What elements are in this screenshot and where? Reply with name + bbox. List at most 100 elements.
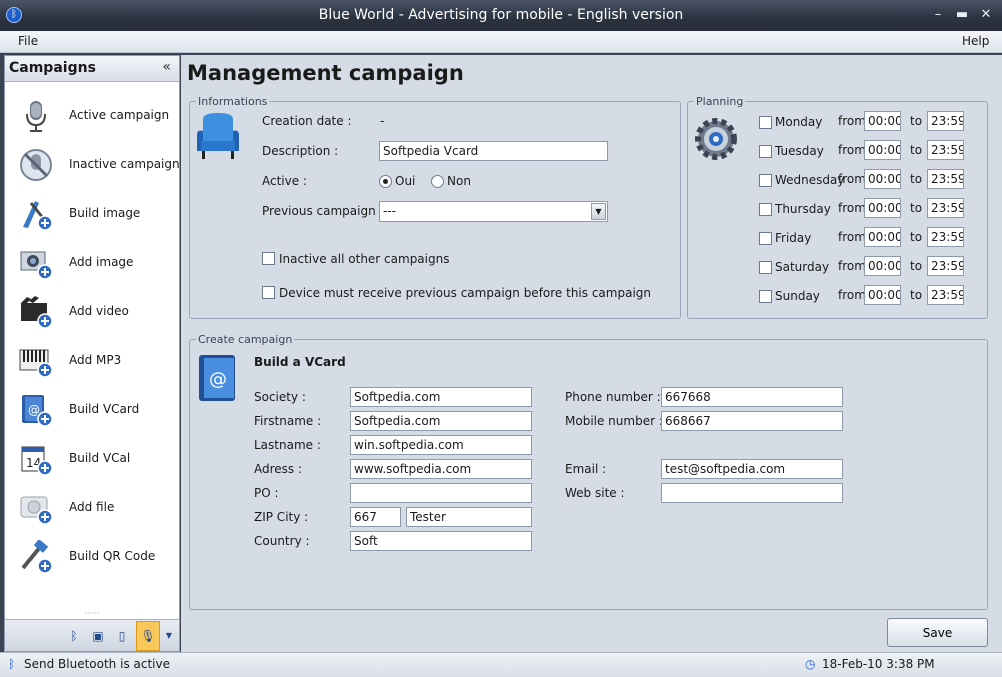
- monday-checkbox[interactable]: [759, 116, 772, 129]
- email-input[interactable]: test@softpedia.com: [661, 459, 843, 479]
- mobile-input[interactable]: 668667: [661, 411, 843, 431]
- zip-input[interactable]: 667: [350, 507, 401, 527]
- previous-campaign-select[interactable]: --- ▼: [379, 201, 608, 222]
- phone-icon[interactable]: ▯: [113, 627, 131, 645]
- sidebar-item-add-video[interactable]: Add video: [5, 287, 179, 336]
- menu-help[interactable]: Help: [962, 34, 989, 48]
- sidebar-item-build-image[interactable]: Build image: [5, 189, 179, 238]
- wednesday-checkbox[interactable]: [759, 174, 772, 187]
- title-bar: ᛒ Blue World - Advertising for mobile - …: [0, 0, 1002, 31]
- minimize-button[interactable]: –: [928, 6, 948, 24]
- day-label[interactable]: Saturday: [775, 260, 829, 274]
- adress-input[interactable]: www.softpedia.com: [350, 459, 532, 479]
- to-time-input[interactable]: 23:59: [927, 198, 964, 218]
- day-label[interactable]: Friday: [775, 231, 811, 245]
- active-oui-label[interactable]: Oui: [395, 174, 415, 188]
- tuesday-checkbox[interactable]: [759, 145, 772, 158]
- dropdown-icon[interactable]: ▼: [163, 627, 175, 645]
- to-label: to: [910, 114, 923, 128]
- sidebar-item-add-mp3[interactable]: Add MP3: [5, 336, 179, 385]
- thursday-checkbox[interactable]: [759, 203, 772, 216]
- inactive-all-checkbox[interactable]: [262, 252, 275, 265]
- from-time-input[interactable]: 00:00: [864, 227, 901, 247]
- country-input[interactable]: Soft: [350, 531, 532, 551]
- email-label: Email :: [565, 462, 607, 476]
- main-content: Management campaign Informations Creatio…: [181, 55, 1002, 652]
- website-input[interactable]: [661, 483, 843, 503]
- chevron-down-icon[interactable]: ▼: [591, 203, 606, 220]
- sidebar-item-build-vcal[interactable]: 14 Build VCal: [5, 434, 179, 483]
- save-button[interactable]: Save: [887, 618, 988, 647]
- build-vcal-icon: 14: [21, 446, 53, 476]
- bluetooth-status-icon: ᛒ: [8, 657, 16, 671]
- phone-input[interactable]: 667668: [661, 387, 843, 407]
- build-image-icon: [23, 201, 53, 231]
- description-input[interactable]: Softpedia Vcard: [379, 141, 608, 161]
- sidebar-item-add-file[interactable]: Add file: [5, 483, 179, 532]
- splitter-grip[interactable]: ······: [5, 610, 179, 618]
- bluetooth-icon[interactable]: ᛒ: [65, 627, 83, 645]
- saturday-checkbox[interactable]: [759, 261, 772, 274]
- active-non-radio[interactable]: [431, 175, 444, 188]
- sidebar-item-build-vcard[interactable]: @ Build VCard: [5, 385, 179, 434]
- build-vcard-icon: @: [22, 395, 53, 427]
- sidebar-item-label: Add video: [69, 304, 129, 318]
- from-label: from: [838, 143, 866, 157]
- active-label: Active :: [262, 174, 307, 188]
- active-non-label[interactable]: Non: [447, 174, 471, 188]
- to-time-input[interactable]: 23:59: [927, 169, 964, 189]
- sidebar-item-inactive-campaign[interactable]: Inactive campaign: [5, 140, 180, 189]
- microphone-icon[interactable]: 🎙: [136, 621, 160, 651]
- day-label[interactable]: Tuesday: [775, 144, 824, 158]
- day-label[interactable]: Thursday: [775, 202, 831, 216]
- planning-legend: Planning: [696, 95, 744, 108]
- from-time-input[interactable]: 00:00: [864, 198, 901, 218]
- sidebar-header: Campaigns «: [5, 56, 179, 82]
- from-time-input[interactable]: 00:00: [864, 111, 901, 131]
- friday-checkbox[interactable]: [759, 232, 772, 245]
- sidebar-item-active-campaign[interactable]: Active campaign: [5, 91, 179, 140]
- previous-campaign-value: ---: [383, 204, 396, 218]
- collapse-icon[interactable]: «: [162, 59, 171, 75]
- day-label[interactable]: Wednesday: [775, 173, 844, 187]
- lastname-label: Lastname :: [254, 438, 321, 452]
- firstname-input[interactable]: Softpedia.com: [350, 411, 532, 431]
- day-label[interactable]: Monday: [775, 115, 822, 129]
- creation-date-label: Creation date :: [262, 114, 352, 128]
- from-time-input[interactable]: 00:00: [864, 256, 901, 276]
- menu-bar: File Help: [0, 31, 1002, 53]
- device-must-checkbox[interactable]: [262, 286, 275, 299]
- sunday-checkbox[interactable]: [759, 290, 772, 303]
- menu-file[interactable]: File: [18, 34, 38, 48]
- to-time-input[interactable]: 23:59: [927, 256, 964, 276]
- from-time-input[interactable]: 00:00: [864, 140, 901, 160]
- to-time-input[interactable]: 23:59: [927, 111, 964, 131]
- close-button[interactable]: ✕: [976, 6, 996, 24]
- clock-icon: ◷: [805, 657, 816, 671]
- description-label: Description :: [262, 144, 339, 158]
- add-image-icon: [20, 251, 53, 280]
- page-title: Management campaign: [187, 61, 464, 85]
- maximize-button[interactable]: ▬: [952, 6, 972, 24]
- vcard-heading: Build a VCard: [254, 355, 346, 369]
- sidebar-item-build-qr-code[interactable]: Build QR Code: [5, 532, 179, 581]
- to-label: to: [910, 201, 923, 215]
- to-time-input[interactable]: 23:59: [927, 285, 964, 305]
- to-label: to: [910, 230, 923, 244]
- to-time-input[interactable]: 23:59: [927, 227, 964, 247]
- society-input[interactable]: Softpedia.com: [350, 387, 532, 407]
- sidebar-item-add-image[interactable]: Add image: [5, 238, 179, 287]
- city-input[interactable]: Tester: [406, 507, 532, 527]
- active-oui-radio[interactable]: [379, 175, 392, 188]
- to-time-input[interactable]: 23:59: [927, 140, 964, 160]
- screen-icon[interactable]: ▣: [89, 627, 107, 645]
- sidebar-item-label: Build QR Code: [69, 549, 156, 563]
- po-input[interactable]: [350, 483, 532, 503]
- inactive-all-label[interactable]: Inactive all other campaigns: [279, 252, 449, 266]
- from-time-input[interactable]: 00:00: [864, 285, 901, 305]
- from-time-input[interactable]: 00:00: [864, 169, 901, 189]
- lastname-input[interactable]: win.softpedia.com: [350, 435, 532, 455]
- device-must-label[interactable]: Device must receive previous campaign be…: [279, 286, 651, 300]
- day-label[interactable]: Sunday: [775, 289, 820, 303]
- add-mp3-icon: [19, 349, 53, 378]
